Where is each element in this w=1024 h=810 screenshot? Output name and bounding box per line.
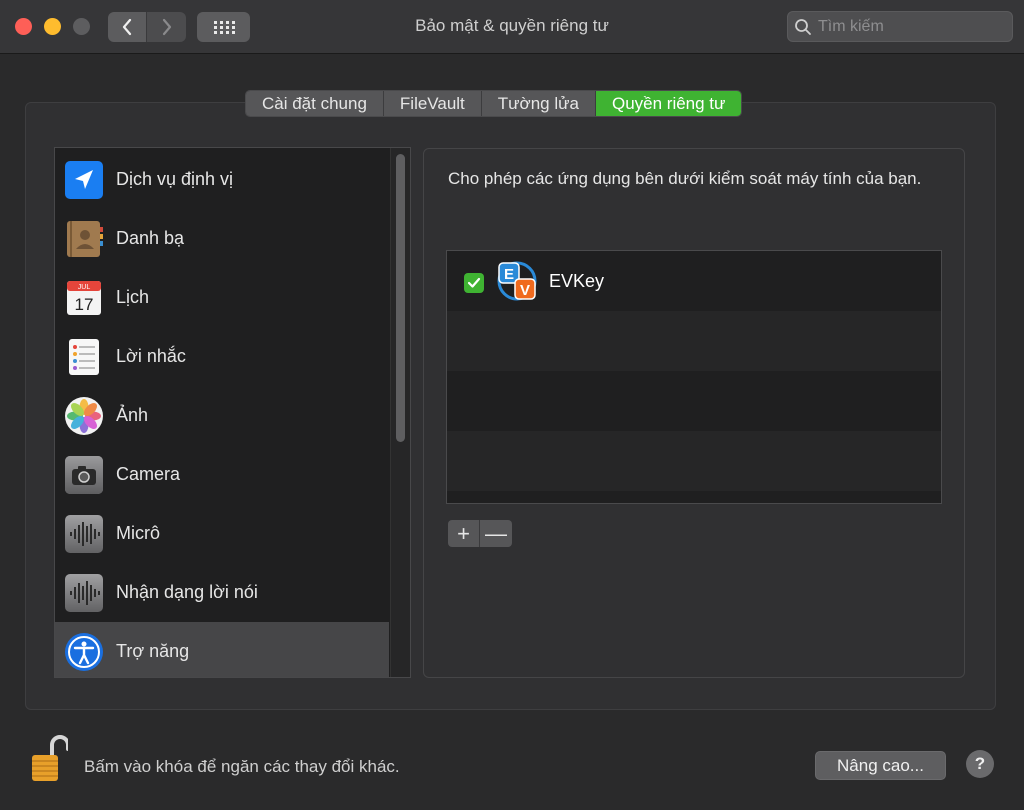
sidebar-item-label: Camera <box>116 464 181 484</box>
chevron-left-icon <box>122 18 132 36</box>
sidebar-item-label: Lịch <box>116 287 150 307</box>
table-row-empty <box>447 371 941 431</box>
table-row[interactable]: E V EVKey <box>447 251 941 311</box>
sidebar-item-accessibility[interactable]: Trợ năng <box>55 622 389 677</box>
sidebar-item-camera[interactable]: Camera <box>55 445 389 504</box>
table-row-empty <box>447 311 941 371</box>
location-arrow-icon <box>65 161 103 199</box>
chevron-right-icon <box>162 18 171 36</box>
tab-bar: Cài đặt chung FileVault Tường lửa Quyền … <box>245 90 743 117</box>
sidebar-item-label: Danh bạ <box>116 228 185 248</box>
sidebar-item-label: Nhận dạng lời nói <box>116 582 258 602</box>
zoom-window-button[interactable] <box>73 18 90 35</box>
photos-icon <box>65 397 103 435</box>
contacts-book-icon <box>67 221 103 257</box>
grid-icon <box>213 21 235 34</box>
unlocked-padlock-icon[interactable] <box>30 735 68 783</box>
app-enabled-checkbox[interactable] <box>464 273 484 293</box>
tab-general[interactable]: Cài đặt chung <box>246 91 384 116</box>
list-scrollbar-thumb[interactable] <box>396 154 405 442</box>
evkey-letter-v: V <box>520 282 530 299</box>
permission-description: Cho phép các ứng dụng bên dưới kiểm soát… <box>448 169 922 188</box>
sidebar-item-label: Dịch vụ định vị <box>116 169 234 189</box>
sidebar-item-photos[interactable]: Ảnh <box>55 386 389 445</box>
table-row-empty <box>447 491 941 503</box>
show-all-button[interactable] <box>197 12 250 42</box>
calendar-month-text: JUL <box>78 284 91 291</box>
sidebar-item-reminders[interactable]: Lời nhắc <box>55 327 389 386</box>
search-input[interactable] <box>818 16 1006 38</box>
back-button[interactable] <box>108 12 147 42</box>
search-icon <box>795 19 811 35</box>
tab-firewall[interactable]: Tường lửa <box>481 91 596 116</box>
add-app-button[interactable]: + <box>448 520 480 547</box>
title-bar: Bảo mật & quyền riêng tư <box>0 0 1024 54</box>
calendar-day-text: 17 <box>75 295 94 314</box>
evkey-icon: E V <box>497 261 537 301</box>
tab-filevault[interactable]: FileVault <box>383 91 482 116</box>
lock-message: Bấm vào khóa để ngăn các thay đổi khác. <box>84 757 400 776</box>
remove-app-button[interactable]: — <box>480 520 512 547</box>
tab-privacy[interactable]: Quyền riêng tư <box>595 91 742 116</box>
sidebar-item-location-services[interactable]: Dịch vụ định vị <box>55 150 389 209</box>
navigation-buttons <box>108 12 186 42</box>
forward-button[interactable] <box>147 12 186 42</box>
close-window-button[interactable] <box>15 18 32 35</box>
microphone-waveform-icon <box>65 515 103 553</box>
sidebar-item-calendar[interactable]: JUL 17 Lịch <box>55 268 389 327</box>
help-button[interactable]: ? <box>966 750 994 778</box>
accessibility-icon <box>65 633 103 671</box>
add-remove-buttons: + — <box>448 520 512 547</box>
reminders-icon <box>69 339 99 375</box>
sidebar-item-label: Micrô <box>116 523 160 543</box>
advanced-button[interactable]: Nâng cao... <box>815 751 946 780</box>
evkey-letter-e: E <box>504 266 514 283</box>
sidebar-item-speech-recognition[interactable]: Nhận dạng lời nói <box>55 563 389 622</box>
sidebar-item-microphone[interactable]: Micrô <box>55 504 389 563</box>
table-row-empty <box>447 431 941 491</box>
sidebar-item-label: Lời nhắc <box>116 346 186 366</box>
speech-waveform-icon <box>65 574 103 612</box>
app-name: EVKey <box>549 271 605 291</box>
search-field[interactable] <box>787 11 1013 42</box>
window-title: Bảo mật & quyền riêng tư <box>415 16 609 35</box>
calendar-icon: JUL 17 <box>67 281 101 315</box>
camera-icon <box>65 456 103 494</box>
allowed-apps-table[interactable]: E V EVKey <box>446 250 942 504</box>
checkmark-icon <box>467 277 481 288</box>
sidebar-item-label: Ảnh <box>116 405 149 425</box>
sidebar-item-label: Trợ năng <box>116 641 190 661</box>
sidebar-item-contacts[interactable]: Danh bạ <box>55 209 389 268</box>
privacy-category-list[interactable]: Dịch vụ định vị Danh bạ JUL 17 Lịch Lời … <box>54 147 411 678</box>
minimize-window-button[interactable] <box>44 18 61 35</box>
